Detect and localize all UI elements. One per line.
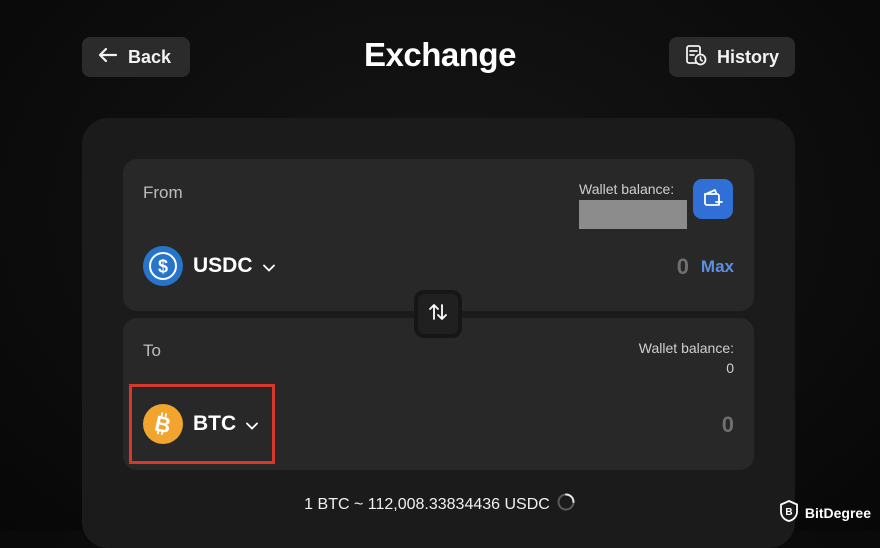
bitdegree-logo-icon: B bbox=[779, 500, 799, 525]
svg-text:B: B bbox=[785, 507, 792, 518]
from-label: From bbox=[143, 183, 183, 202]
to-wallet-balance-label: Wallet balance: bbox=[638, 340, 734, 356]
bitdegree-brand-text: BitDegree bbox=[804, 504, 871, 521]
add-funds-button[interactable] bbox=[693, 179, 733, 219]
bitdegree-watermark: B BitDegree bbox=[779, 500, 871, 525]
swap-direction-button[interactable] bbox=[414, 290, 462, 338]
to-wallet-balance-value: 0 bbox=[726, 360, 734, 376]
exchange-rate-text: 1 BTC ~ 112,008.33834436 USDC bbox=[304, 495, 550, 513]
token-highlight-box bbox=[129, 384, 275, 464]
from-panel: From Wallet balance: $ USDC 0 Max bbox=[123, 159, 754, 311]
from-token-selector[interactable]: $ USDC bbox=[143, 246, 275, 286]
history-button[interactable]: History bbox=[669, 37, 795, 77]
loading-spinner-icon bbox=[556, 492, 576, 517]
swap-arrows-icon bbox=[427, 301, 449, 328]
history-icon bbox=[685, 44, 707, 71]
exchange-rate: 1 BTC ~ 112,008.33834436 USDC bbox=[0, 492, 880, 517]
history-label: History bbox=[717, 46, 780, 67]
from-wallet-balance-label: Wallet balance: bbox=[579, 181, 675, 197]
from-amount-input[interactable]: 0 bbox=[677, 254, 689, 280]
to-label: To bbox=[143, 341, 161, 360]
max-button[interactable]: Max bbox=[701, 257, 734, 277]
wallet-add-icon bbox=[702, 186, 724, 213]
usdc-icon: $ bbox=[143, 246, 183, 286]
from-token-symbol: USDC bbox=[193, 254, 253, 277]
to-amount-output: 0 bbox=[721, 412, 734, 437]
from-wallet-balance-redacted bbox=[579, 200, 687, 229]
svg-text:$: $ bbox=[158, 257, 168, 277]
chevron-down-icon bbox=[262, 254, 275, 278]
